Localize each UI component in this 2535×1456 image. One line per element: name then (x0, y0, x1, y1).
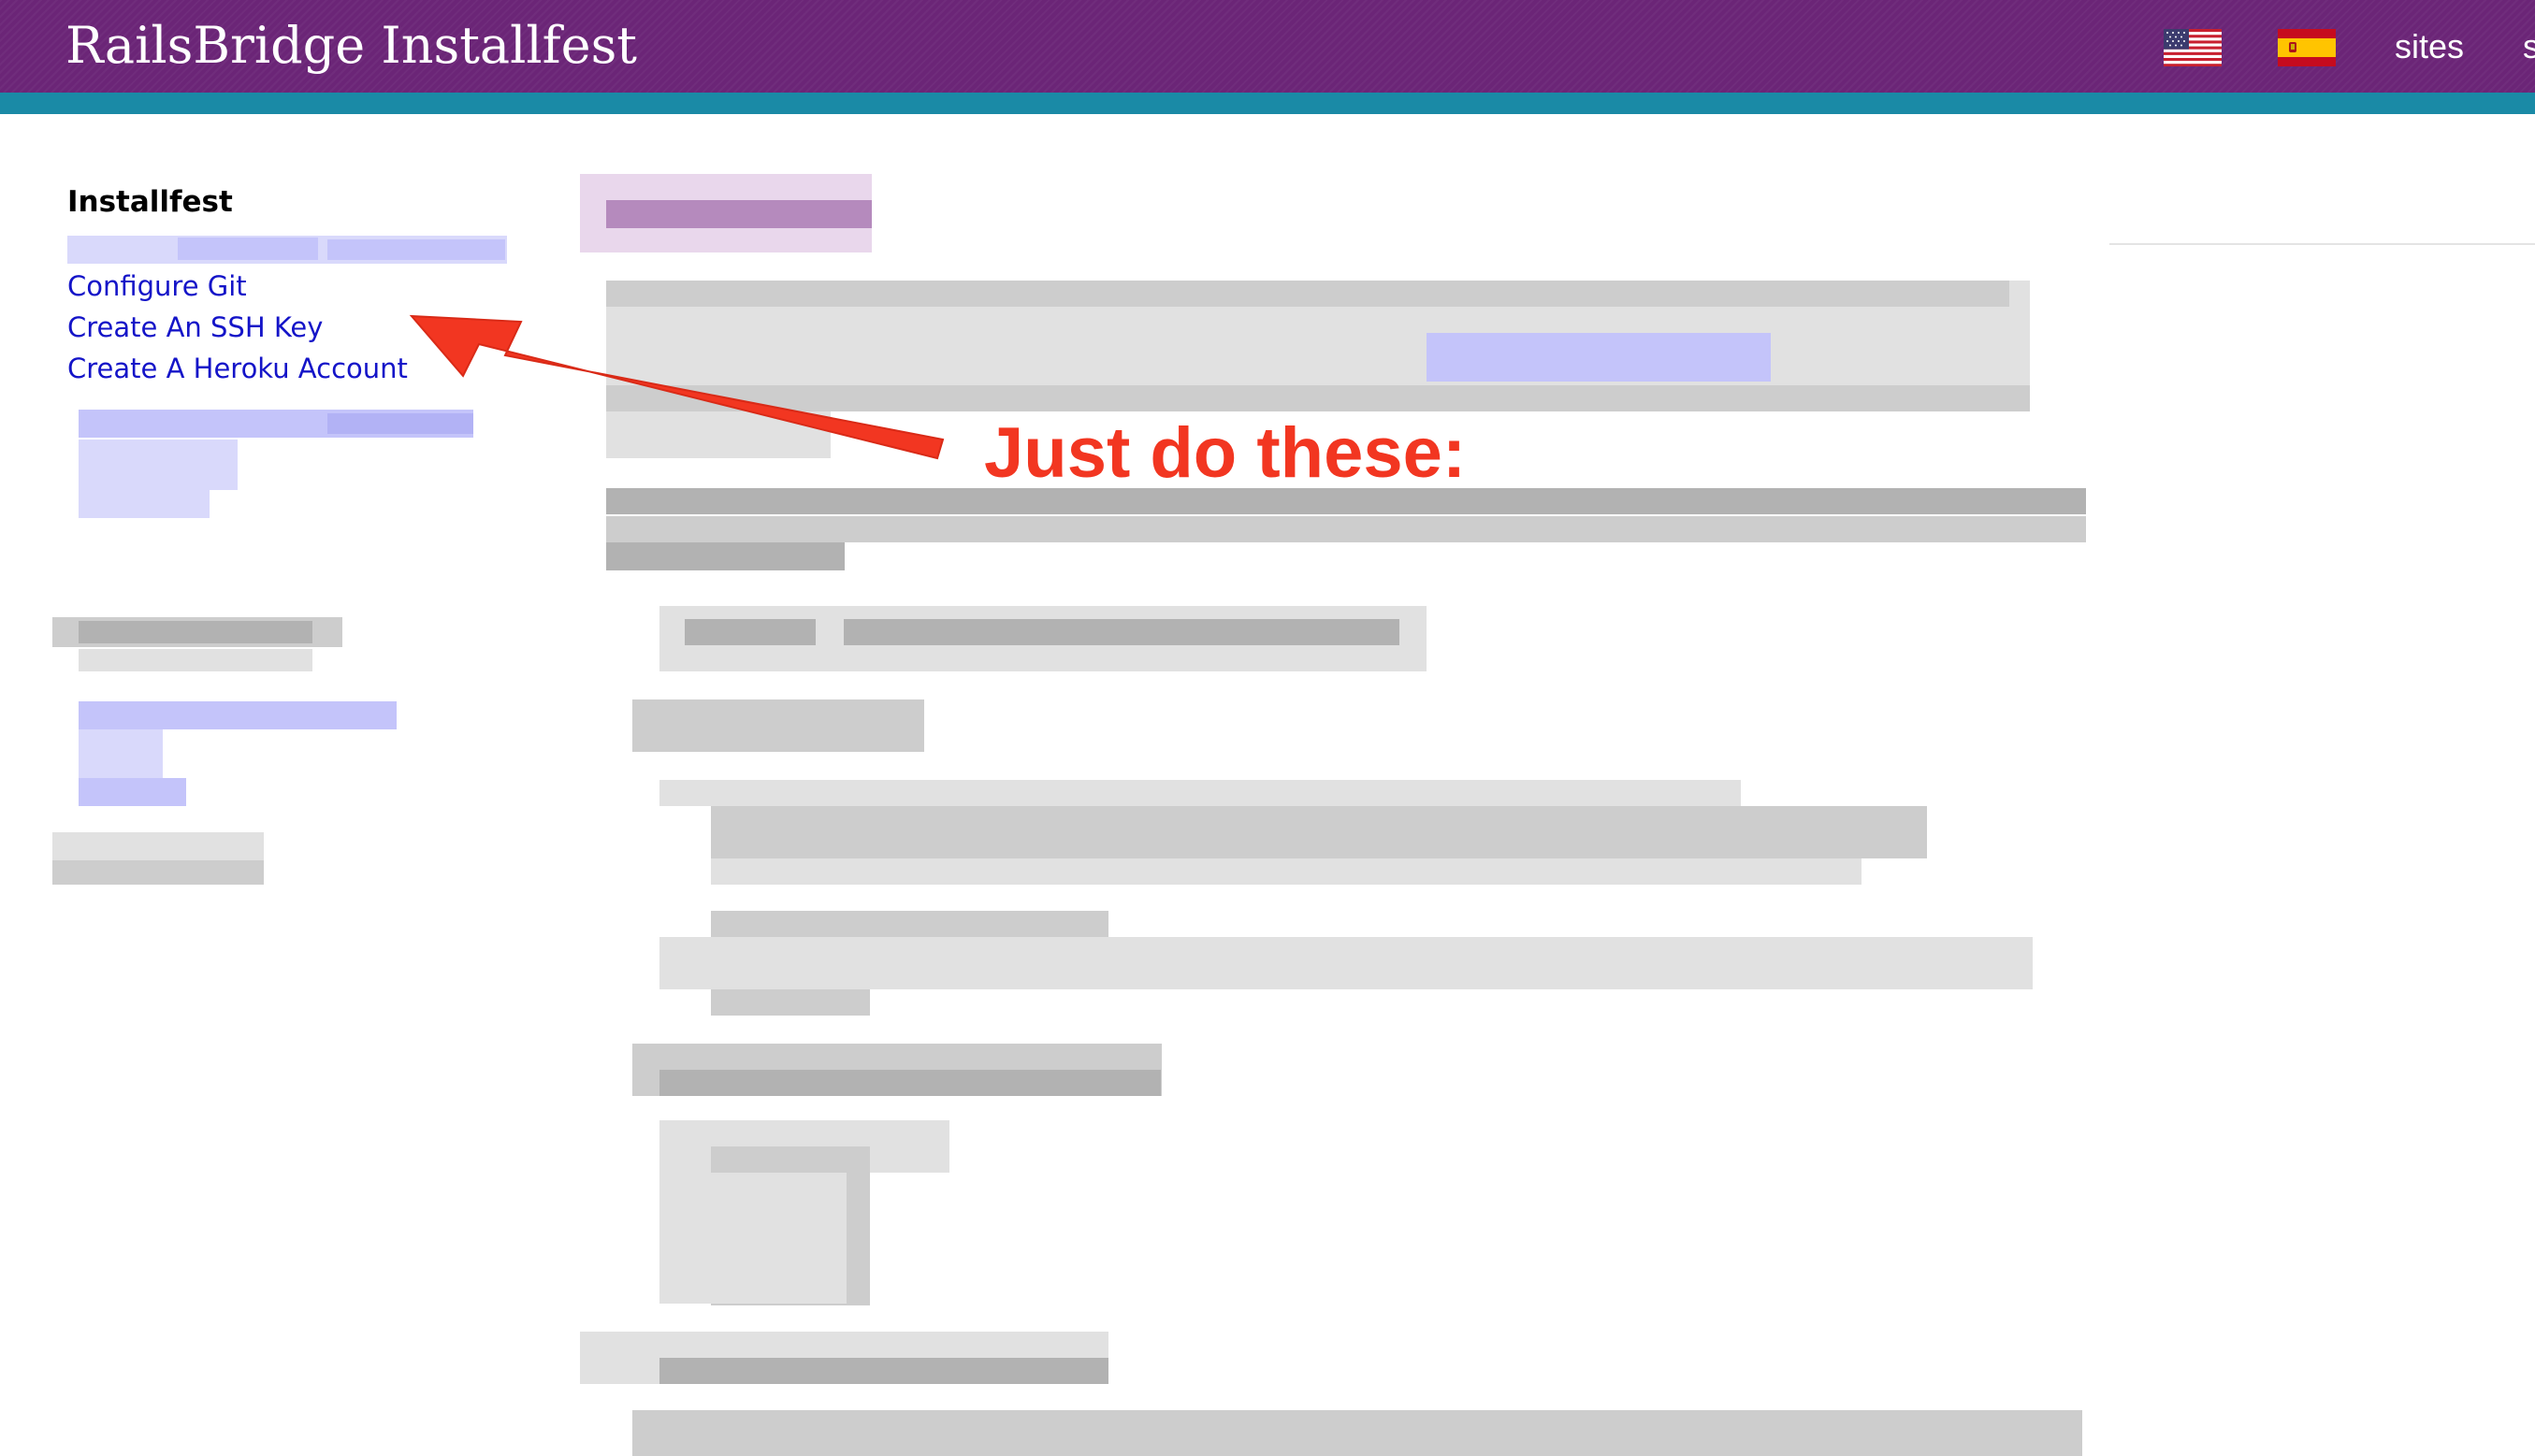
annotation-arrow-icon (409, 314, 945, 460)
annotation-text: Just do these: (984, 413, 1467, 493)
